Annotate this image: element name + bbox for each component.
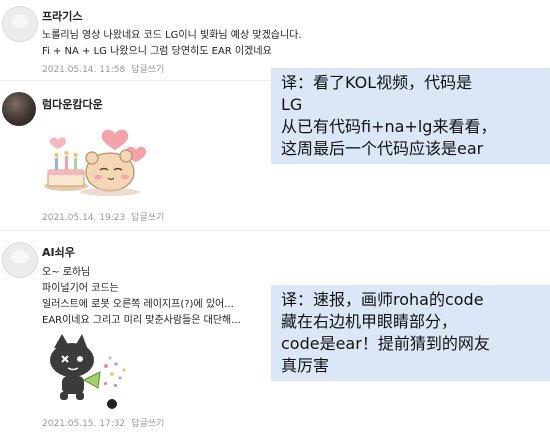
- comment-date: 2021.05.14. 19:23: [42, 213, 126, 223]
- comment-meta: 2021.05.14. 11:58 답글쓰기: [42, 62, 164, 75]
- comment-meta: 2021.05.15. 17:32 답글쓰기: [42, 416, 164, 429]
- comment-meta: 2021.05.14. 19:23 답글쓰기: [42, 210, 164, 223]
- note-line: 真厉害: [281, 356, 330, 375]
- note-line: 从已有代码fi+na+lg来看看，: [281, 117, 497, 136]
- comment-text: EAR이네요 그리고 미리 맞춘사람들은 대단해...: [42, 315, 241, 326]
- comment-author[interactable]: AI쇠우: [42, 244, 75, 260]
- comment-text: 오~ 로하님: [42, 267, 91, 278]
- comment-date: 2021.05.14. 11:58: [42, 65, 126, 75]
- cat-character-icon: [50, 334, 94, 400]
- comment-author[interactable]: 프라기스: [42, 8, 82, 24]
- note-line: 译：看了KOL视频，代码是: [281, 73, 473, 92]
- comment-text: 일러스트에 로봇 오른쪽 레이지프(?)에 있어...: [42, 299, 234, 310]
- comment-text: Fi + NA + LG 나왔으니 그럼 당연히도 EAR 이겠네요: [42, 46, 272, 57]
- avatar[interactable]: [2, 92, 36, 126]
- cake-icon: [44, 151, 88, 191]
- avatar[interactable]: [2, 6, 38, 42]
- translation-note-1: 译：看了KOL视频，代码是 LG 从已有代码fi+na+lg来看看， 这周最后一…: [271, 68, 550, 164]
- note-line: 这周最后一个代码应该是ear: [281, 139, 484, 158]
- bear-character-icon: [80, 149, 140, 196]
- note-line: code是ear！提前猜到的网友: [281, 334, 490, 353]
- translation-note-2: 译：速报，画师roha的code 藏在右边机甲眼睛部分， code是ear！提前…: [271, 285, 550, 381]
- heart-icon: [49, 137, 67, 149]
- heart-icon: [101, 129, 129, 150]
- note-line: 藏在右边机甲眼睛部分，: [281, 312, 458, 331]
- birthday-cake-sticker: [44, 129, 147, 196]
- reply-link[interactable]: 답글쓰기: [131, 213, 164, 223]
- reply-link[interactable]: 답글쓰기: [131, 419, 164, 429]
- avatar[interactable]: [2, 242, 38, 278]
- comment-author[interactable]: 럼다운캄다운: [42, 96, 103, 112]
- divider: [0, 230, 550, 231]
- comment-date: 2021.05.15. 17:32: [42, 419, 126, 429]
- character-sticker: [50, 334, 126, 409]
- note-line: 译：速报，画师roha的code: [281, 290, 484, 309]
- comment-text: 파이널기어 코드는: [42, 283, 119, 294]
- comment-text: 노롤리님 영상 나왔네요 코드 LG이니 빛화님 예상 맞겠습니다.: [42, 30, 302, 41]
- note-line: LG: [281, 95, 303, 114]
- reply-link[interactable]: 답글쓰기: [131, 65, 164, 75]
